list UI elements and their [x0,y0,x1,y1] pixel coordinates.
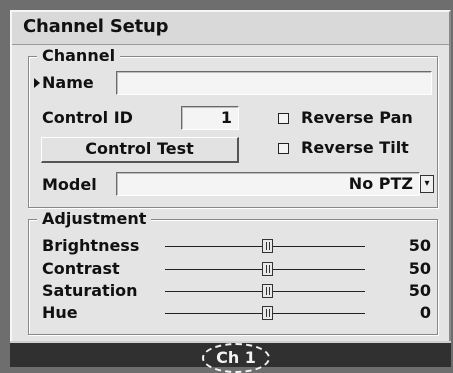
hue-label: Hue [42,303,78,322]
reverse-pan-checkbox[interactable] [278,113,289,124]
status-bar: Ch 1 [10,341,451,373]
reverse-tilt-label: Reverse Tilt [301,138,409,157]
contrast-label: Contrast [42,259,120,278]
name-label: Name [42,73,94,92]
brightness-slider-handle[interactable] [262,239,273,253]
channel-group-title: Channel [37,46,121,66]
reverse-pan-label: Reverse Pan [301,108,413,127]
window-title: Channel Setup [23,16,169,37]
saturation-slider-handle[interactable] [262,284,273,298]
brightness-value: 50 [408,236,431,255]
name-input[interactable] [116,71,432,95]
control-test-button[interactable]: Control Test [41,137,239,163]
adjustment-group: Adjustment Brightness 50 Contrast 50 Sat… [28,209,438,335]
control-id-value: 1 [220,108,232,127]
reverse-tilt-checkbox[interactable] [278,143,289,154]
chevron-down-icon[interactable]: ▾ [420,175,434,193]
channel-indicator[interactable]: Ch 1 [202,343,270,373]
model-value: No PTZ [348,174,413,193]
channel-group: Channel Name Control ID 1 Reverse Pan Co… [28,46,438,208]
hue-value: 0 [419,303,431,322]
model-label: Model [42,175,97,194]
saturation-value: 50 [408,281,431,300]
model-select[interactable]: No PTZ [116,172,420,196]
contrast-value: 50 [408,259,431,278]
control-id-input[interactable]: 1 [181,106,239,130]
brightness-label: Brightness [42,236,140,255]
title-bar: Channel Setup [12,12,449,45]
adjustment-group-title: Adjustment [37,209,152,229]
hue-slider-handle[interactable] [262,306,273,320]
control-id-label: Control ID [42,108,133,127]
channel-setup-window: Channel Setup Channel Name Control ID 1 … [10,10,451,341]
contrast-slider-handle[interactable] [262,262,273,276]
saturation-label: Saturation [42,281,138,300]
channel-indicator-label: Ch 1 [216,348,256,367]
focus-marker-icon [34,78,40,88]
